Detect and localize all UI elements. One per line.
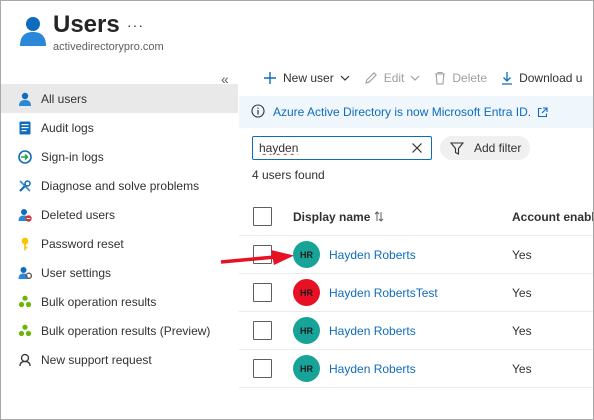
chevron-down-icon <box>340 75 350 81</box>
users-table: Display name Account enable HR Hayden Ro… <box>239 198 593 388</box>
select-all-checkbox[interactable] <box>253 207 272 226</box>
user-settings-icon <box>17 265 33 281</box>
clear-search-icon[interactable] <box>411 142 423 154</box>
trash-icon <box>434 71 446 85</box>
sidebar-item-label: Sign-in logs <box>41 149 104 164</box>
row-checkbox[interactable] <box>253 321 272 340</box>
download-icon <box>501 71 513 85</box>
sidebar-item-user-settings[interactable]: User settings <box>1 258 238 287</box>
sidebar-item-label: Bulk operation results (Preview) <box>41 323 211 338</box>
filter-icon <box>450 141 464 155</box>
sidebar-item-audit-logs[interactable]: Audit logs <box>1 113 238 142</box>
bulk-operation-icon <box>17 294 33 310</box>
bulk-operation-icon <box>17 323 33 339</box>
pencil-icon <box>364 71 378 85</box>
display-name-header-label: Display name <box>293 209 371 224</box>
row-checkbox[interactable] <box>253 359 272 378</box>
sidebar-item-all-users[interactable]: All users <box>1 84 238 113</box>
table-header: Display name Account enable <box>239 198 593 236</box>
add-filter-label: Add filter <box>474 141 522 155</box>
account-enabled-value: Yes <box>512 285 532 300</box>
more-options-icon[interactable]: ··· <box>127 17 144 33</box>
users-icon <box>20 17 46 46</box>
user-name-link[interactable]: Hayden RobertsTest <box>329 286 438 300</box>
sidebar-item-bulk-operation-results[interactable]: Bulk operation results <box>1 287 238 316</box>
account-enabled-value: Yes <box>512 247 532 262</box>
chevron-down-icon <box>410 75 420 81</box>
external-link-icon[interactable] <box>537 106 548 118</box>
sidebar-item-label: User settings <box>41 265 112 280</box>
edit-button[interactable]: Edit <box>364 71 421 85</box>
account-enabled-column-header[interactable]: Account enable <box>512 210 593 224</box>
user-name-link[interactable]: Hayden Roberts <box>329 362 416 376</box>
annotation-arrow-icon <box>220 250 294 265</box>
download-label: Download u <box>519 71 583 85</box>
sidebar-item-label: New support request <box>41 352 152 367</box>
add-filter-button[interactable]: Add filter <box>440 136 530 160</box>
delete-label: Delete <box>452 71 488 85</box>
sidebar-item-label: Diagnose and solve problems <box>41 178 200 193</box>
deleted-user-icon <box>17 207 33 223</box>
user-name-link[interactable]: Hayden Roberts <box>329 248 416 262</box>
sidebar-item-sign-in-logs[interactable]: Sign-in logs <box>1 142 238 171</box>
sign-in-icon <box>17 149 33 165</box>
sidebar-item-label: Bulk operation results <box>41 294 157 309</box>
page-subtitle: activedirectorypro.com <box>53 41 164 53</box>
sidebar: All users Audit logs Sign-in logs Diagno… <box>1 84 238 374</box>
users-page: Users ··· activedirectorypro.com « All u… <box>0 0 594 420</box>
sidebar-item-diagnose[interactable]: Diagnose and solve problems <box>1 171 238 200</box>
avatar: HR <box>293 317 320 344</box>
new-user-button[interactable]: New user <box>263 71 350 85</box>
banner-link[interactable]: Azure Active Directory is now Microsoft … <box>273 105 531 119</box>
key-icon <box>17 236 33 252</box>
account-enabled-value: Yes <box>512 361 532 376</box>
row-checkbox[interactable] <box>253 283 272 302</box>
user-icon <box>17 91 33 107</box>
new-user-label: New user <box>283 71 334 85</box>
page-title: Users <box>53 11 120 38</box>
sidebar-item-password-reset[interactable]: Password reset <box>1 229 238 258</box>
user-name-link[interactable]: Hayden Roberts <box>329 324 416 338</box>
table-row[interactable]: HR Hayden Roberts Yes <box>239 312 593 350</box>
search-input[interactable] <box>259 141 399 155</box>
display-name-column-header[interactable]: Display name <box>293 210 384 224</box>
account-enabled-value: Yes <box>512 323 532 338</box>
sort-icon[interactable] <box>374 211 384 222</box>
info-icon <box>251 103 265 121</box>
avatar: HR <box>293 279 320 306</box>
delete-button[interactable]: Delete <box>434 71 487 85</box>
download-users-button[interactable]: Download u <box>501 71 582 85</box>
edit-label: Edit <box>383 71 405 85</box>
sidebar-item-label: All users <box>41 91 88 106</box>
sidebar-item-deleted-users[interactable]: Deleted users <box>1 200 238 229</box>
avatar: HR <box>293 241 320 268</box>
table-row[interactable]: HR Hayden RobertsTest Yes <box>239 274 593 312</box>
command-bar: New user Edit Delete Download u <box>263 67 593 89</box>
sidebar-item-label: Deleted users <box>41 207 116 222</box>
table-row[interactable]: HR Hayden Roberts Yes <box>239 350 593 388</box>
sidebar-item-label: Password reset <box>41 236 124 251</box>
plus-icon <box>263 71 277 85</box>
search-box[interactable] <box>252 136 432 160</box>
sidebar-item-bulk-operation-results-preview[interactable]: Bulk operation results (Preview) <box>1 316 238 345</box>
sidebar-item-new-support-request[interactable]: New support request <box>1 345 238 374</box>
wrench-icon <box>17 178 33 194</box>
sidebar-item-label: Audit logs <box>41 120 94 135</box>
info-banner: Azure Active Directory is now Microsoft … <box>239 96 593 128</box>
results-count: 4 users found <box>252 168 325 182</box>
audit-log-icon <box>17 120 33 136</box>
avatar: HR <box>293 355 320 382</box>
support-icon <box>17 352 33 368</box>
